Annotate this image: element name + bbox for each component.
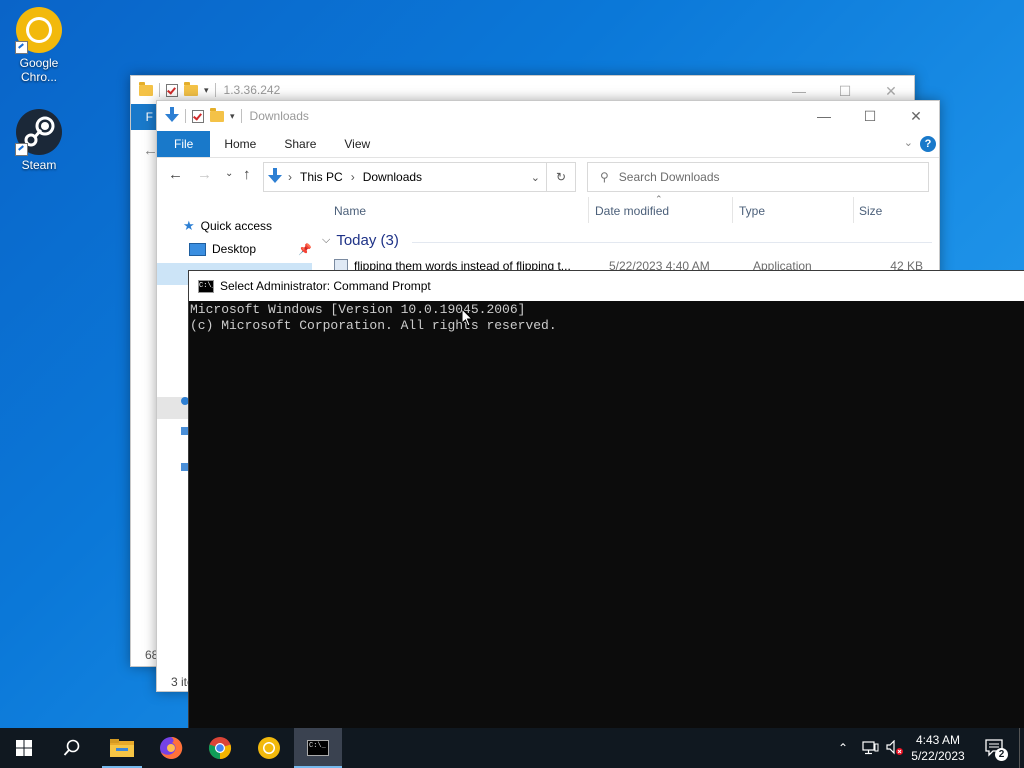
breadcrumb-downloads[interactable]: Downloads — [363, 170, 422, 184]
column-type[interactable]: Type — [739, 204, 765, 218]
breadcrumb-separator-icon: › — [350, 170, 355, 184]
windows-logo-icon — [16, 740, 32, 756]
column-date-modified[interactable]: Date modified — [595, 204, 669, 218]
taskbar-chrome-canary[interactable] — [245, 728, 293, 768]
refresh-button[interactable]: ↻ — [546, 162, 576, 192]
volume-button[interactable] — [886, 728, 904, 768]
clock-time: 4:43 AM — [915, 733, 961, 747]
network-status[interactable] — [862, 728, 880, 768]
properties-icon[interactable] — [166, 83, 178, 97]
address-field[interactable]: › This PC › Downloads ⌄ — [263, 162, 547, 192]
console-output[interactable]: Microsoft Windows [Version 10.0.19045.20… — [189, 301, 1024, 334]
desktop-folder-icon — [189, 242, 206, 256]
speaker-muted-icon — [886, 740, 903, 755]
taskbar-file-explorer[interactable] — [98, 728, 146, 768]
steam-icon — [15, 108, 63, 156]
command-prompt-window[interactable]: C:\_ Select Administrator: Command Promp… — [188, 270, 1024, 730]
nav-quick-access[interactable]: ★ Quick access — [183, 218, 272, 234]
firefox-icon — [160, 736, 183, 759]
shortcut-arrow-icon — [15, 143, 28, 156]
desktop-icon-steam[interactable]: Steam — [4, 108, 74, 172]
show-desktop-button[interactable] — [1019, 728, 1020, 768]
folder-icon — [139, 81, 153, 96]
tab-view[interactable]: View — [330, 131, 384, 157]
nav-desktop-label: Desktop — [212, 242, 257, 256]
maximize-button[interactable]: ☐ — [847, 101, 893, 131]
chrome-yellow-icon — [258, 737, 280, 759]
up-arrow-icon[interactable]: ↑ — [243, 166, 251, 183]
downloads-arrow-icon — [268, 167, 282, 187]
desktop-icon-label: Steam — [21, 158, 57, 172]
notification-badge: 2 — [995, 748, 1008, 761]
start-button[interactable] — [0, 728, 48, 768]
forward-arrow-icon[interactable]: → — [197, 166, 212, 183]
cmd-icon: C:\_ — [307, 740, 329, 756]
clock[interactable]: 4:43 AM 5/22/2023 — [908, 728, 968, 768]
address-dropdown-icon[interactable]: ⌄ — [531, 171, 540, 184]
tab-share[interactable]: Share — [270, 131, 330, 157]
group-header-label: Today (3) — [336, 232, 399, 249]
action-center-button[interactable]: 2 — [983, 728, 1008, 768]
taskbar-chrome[interactable] — [196, 728, 244, 768]
taskbar-command-prompt[interactable]: C:\_ — [294, 728, 342, 768]
tab-home[interactable]: Home — [210, 131, 270, 157]
qat-dropdown-icon[interactable]: ▾ — [204, 85, 209, 96]
address-bar-row: ← → ⌄ ↑ › This PC › Downloads ⌄ ↻ ⚲ Sear… — [157, 158, 939, 194]
group-header-today[interactable]: ⌵ Today (3) — [322, 232, 399, 249]
show-hidden-icons-button[interactable]: ⌃ — [838, 728, 848, 768]
back-arrow-icon[interactable]: ← — [168, 166, 183, 183]
explorer-titlebar[interactable]: ▾ Downloads — ☐ ✕ — [157, 101, 939, 131]
desktop-icon-label: Google Chro... — [19, 56, 59, 84]
desktop-icon-chrome[interactable]: Google Chro... — [4, 6, 74, 84]
search-button[interactable] — [48, 728, 96, 768]
new-folder-icon[interactable] — [210, 107, 224, 122]
qat-dropdown-icon[interactable]: ▾ — [230, 111, 235, 122]
breadcrumb-this-pc[interactable]: This PC — [300, 170, 343, 184]
column-name[interactable]: Name — [334, 204, 366, 218]
column-size[interactable]: Size — [859, 204, 882, 218]
chevron-up-icon: ⌃ — [838, 741, 849, 755]
nav-desktop[interactable]: Desktop 📌 — [189, 242, 312, 256]
star-icon: ★ — [183, 218, 195, 233]
chrome-shortcut-icon — [15, 6, 63, 54]
taskbar-firefox[interactable] — [147, 728, 195, 768]
mouse-cursor-icon — [462, 309, 474, 327]
help-icon[interactable]: ? — [920, 136, 936, 152]
clock-date: 5/22/2023 — [911, 749, 965, 763]
new-folder-icon[interactable] — [184, 81, 198, 96]
window-title: 1.3.36.242 — [223, 83, 281, 97]
breadcrumb-separator-icon: › — [288, 170, 292, 184]
tab-file[interactable]: File — [157, 131, 211, 157]
search-icon: ⚲ — [600, 170, 609, 184]
ribbon-tabs: File Home Share View ⌄ ? — [157, 131, 939, 158]
tab-file[interactable]: F — [131, 104, 157, 130]
nav-quick-access-label: Quick access — [200, 219, 273, 233]
refresh-icon: ↻ — [555, 170, 567, 184]
pin-icon[interactable]: 📌 — [298, 243, 312, 256]
console-titlebar[interactable]: C:\_ Select Administrator: Command Promp… — [189, 271, 1024, 301]
minimize-button[interactable]: — — [801, 101, 847, 131]
search-placeholder: Search Downloads — [618, 170, 720, 184]
search-input[interactable]: ⚲ Search Downloads — [587, 162, 929, 192]
expand-ribbon-icon[interactable]: ⌄ — [904, 136, 913, 149]
file-explorer-icon — [110, 739, 134, 757]
search-icon — [63, 739, 80, 756]
taskbar: C:\_ ⌃ 4:43 AM 5/22/2023 2 — [0, 728, 1024, 768]
chrome-icon — [208, 737, 232, 760]
console-line: Microsoft Windows [Version 10.0.19045.20… — [190, 302, 526, 317]
properties-icon[interactable] — [192, 109, 204, 123]
close-button[interactable]: ✕ — [893, 101, 939, 131]
network-icon — [862, 741, 879, 755]
console-line: (c) Microsoft Corporation. All rights re… — [190, 318, 557, 333]
recent-locations-icon[interactable]: ⌄ — [225, 168, 233, 179]
shortcut-arrow-icon — [15, 41, 28, 54]
window-title: Downloads — [249, 109, 309, 123]
console-title: Select Administrator: Command Prompt — [220, 279, 431, 293]
cmd-icon: C:\_ — [198, 279, 214, 293]
collapse-chevron-icon: ⌵ — [322, 234, 331, 246]
quick-access-toolbar: ▾ — [131, 81, 216, 97]
quick-access-toolbar: ▾ — [157, 106, 242, 126]
downloads-arrow-icon — [165, 106, 179, 126]
